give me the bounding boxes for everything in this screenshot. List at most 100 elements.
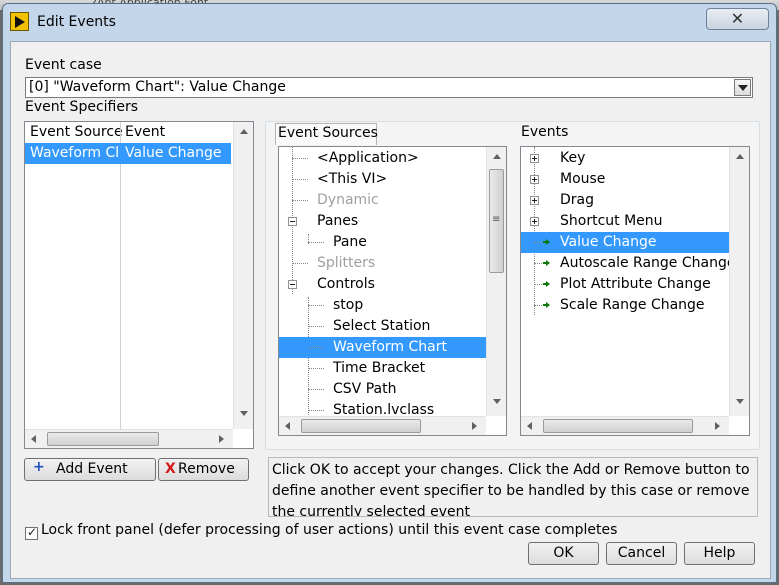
- scroll-up-icon[interactable]: [736, 154, 744, 159]
- tree-connector: [292, 158, 308, 159]
- list-item[interactable]: Plot Attribute Change: [521, 274, 729, 295]
- list-item[interactable]: Shortcut Menu: [521, 211, 729, 232]
- collapse-minus-icon[interactable]: [288, 217, 297, 226]
- cancel-button[interactable]: Cancel: [606, 542, 677, 565]
- scroll-down-icon[interactable]: [493, 399, 501, 404]
- event-arrow-icon: [543, 260, 550, 266]
- list-item-label: Panes: [317, 213, 359, 229]
- list-header: Event Source Event: [25, 122, 233, 143]
- title-bar[interactable]: Edit Events ✕: [3, 4, 776, 40]
- expand-plus-icon[interactable]: [530, 154, 539, 163]
- scroll-thumb[interactable]: ≡: [489, 169, 504, 273]
- scroll-up-icon[interactable]: [493, 154, 501, 159]
- cancel-label: Cancel: [617, 545, 666, 561]
- chevron-down-icon[interactable]: [734, 79, 751, 96]
- scroll-left-icon[interactable]: [31, 435, 36, 443]
- event-case-dropdown[interactable]: [0] "Waveform Chart": Value Change: [25, 77, 753, 98]
- collapse-minus-icon[interactable]: [288, 280, 297, 289]
- scroll-down-icon[interactable]: [736, 399, 744, 404]
- list-item-label: Scale Range Change: [560, 297, 705, 313]
- list-item[interactable]: CSV Path: [279, 379, 486, 400]
- scroll-right-icon[interactable]: [715, 422, 720, 430]
- list-item-label: Plot Attribute Change: [560, 276, 711, 292]
- scroll-left-icon[interactable]: [285, 422, 290, 430]
- column-divider: [120, 122, 121, 429]
- scroll-thumb[interactable]: [47, 432, 159, 446]
- specifiers-horizontal-scrollbar[interactable]: [25, 429, 233, 448]
- scroll-right-icon[interactable]: [472, 422, 477, 430]
- list-item[interactable]: Waveform Chart: [279, 337, 486, 358]
- close-icon: ✕: [730, 9, 745, 28]
- lock-front-panel-checkbox[interactable]: [25, 525, 38, 540]
- list-item[interactable]: Select Station: [279, 316, 486, 337]
- expand-plus-icon[interactable]: [530, 175, 539, 184]
- help-label: Help: [703, 545, 736, 561]
- list-item[interactable]: Dynamic: [279, 190, 486, 211]
- remove-label: Remove: [178, 461, 235, 477]
- tree-connector: [534, 263, 542, 264]
- lock-front-panel-label: Lock front panel (defer processing of us…: [41, 522, 618, 538]
- scroll-down-icon[interactable]: [240, 411, 248, 416]
- expand-plus-icon[interactable]: [530, 217, 539, 226]
- tree-connector: [308, 410, 324, 411]
- list-item-label: Select Station: [333, 318, 431, 334]
- events-horizontal-scrollbar[interactable]: [521, 416, 729, 435]
- dialog-body: Event case [0] "Waveform Chart": Value C…: [10, 41, 771, 579]
- tree-connector: [292, 200, 308, 201]
- list-item[interactable]: Value Change: [521, 232, 729, 253]
- list-item[interactable]: stop: [279, 295, 486, 316]
- ok-label: OK: [553, 545, 574, 561]
- event-arrow-icon: [543, 239, 550, 245]
- event-specifiers-label: Event Specifiers: [25, 99, 139, 115]
- list-item-label: Autoscale Range Change: [560, 255, 736, 271]
- list-item[interactable]: Autoscale Range Change: [521, 253, 735, 274]
- ok-button[interactable]: OK: [528, 542, 599, 565]
- scroll-left-icon[interactable]: [527, 422, 532, 430]
- tree-connector: [292, 263, 308, 264]
- sources-horizontal-scrollbar[interactable]: [279, 416, 486, 435]
- remove-button[interactable]: X Remove: [158, 458, 249, 481]
- scroll-right-icon[interactable]: [219, 435, 224, 443]
- events-label: Events: [521, 124, 569, 140]
- list-item[interactable]: Pane: [279, 232, 486, 253]
- event-sources-tab[interactable]: Event Sources: [275, 123, 378, 145]
- add-event-button[interactable]: + Add Event: [24, 458, 156, 481]
- list-item[interactable]: Scale Range Change: [521, 295, 729, 316]
- column-header-event[interactable]: Event: [125, 124, 165, 140]
- row-event: Value Change: [125, 145, 222, 161]
- table-row[interactable]: Waveform Ch Value Change: [25, 143, 231, 164]
- column-header-event-source[interactable]: Event Source: [30, 124, 123, 140]
- specifiers-vertical-scrollbar[interactable]: [233, 122, 253, 429]
- close-button[interactable]: ✕: [706, 8, 769, 30]
- list-item[interactable]: Drag: [521, 190, 729, 211]
- expand-plus-icon[interactable]: [530, 196, 539, 205]
- remove-x-icon: X: [165, 461, 176, 477]
- tree-connector: [308, 389, 324, 390]
- event-specifiers-list[interactable]: Event Source Event Waveform Ch Value Cha…: [24, 121, 254, 449]
- list-item[interactable]: Key: [521, 148, 729, 169]
- list-item[interactable]: Splitters: [279, 253, 486, 274]
- scroll-thumb[interactable]: [301, 419, 421, 433]
- row-event-source: Waveform Ch: [30, 145, 118, 161]
- scroll-thumb[interactable]: [543, 419, 693, 433]
- sources-vertical-scrollbar[interactable]: ≡: [486, 147, 506, 416]
- labview-app-icon: [10, 12, 29, 31]
- list-item[interactable]: <Application>: [279, 148, 486, 169]
- list-item[interactable]: Mouse: [521, 169, 729, 190]
- list-item[interactable]: <This VI>: [279, 169, 486, 190]
- plus-icon: +: [33, 459, 45, 475]
- event-sources-tree[interactable]: <Application> <This VI> Dynamic Panes Pane Sp…: [278, 146, 507, 436]
- help-button[interactable]: Help: [684, 542, 755, 565]
- event-arrow-icon: [543, 281, 550, 287]
- list-item[interactable]: Controls: [279, 274, 486, 295]
- help-description-text: Click OK to accept your changes. Click t…: [272, 462, 750, 517]
- list-item[interactable]: Time Bracket: [279, 358, 486, 379]
- events-tree[interactable]: Key Mouse Drag Shortcut Menu Value Change Aut…: [520, 146, 750, 436]
- events-vertical-scrollbar[interactable]: [729, 147, 749, 416]
- list-item[interactable]: Panes: [279, 211, 486, 232]
- list-item-label: <This VI>: [317, 171, 388, 187]
- list-item-label: Time Bracket: [333, 360, 426, 376]
- scroll-up-icon[interactable]: [240, 129, 248, 134]
- list-item-label: stop: [333, 297, 364, 313]
- event-arrow-icon: [543, 302, 550, 308]
